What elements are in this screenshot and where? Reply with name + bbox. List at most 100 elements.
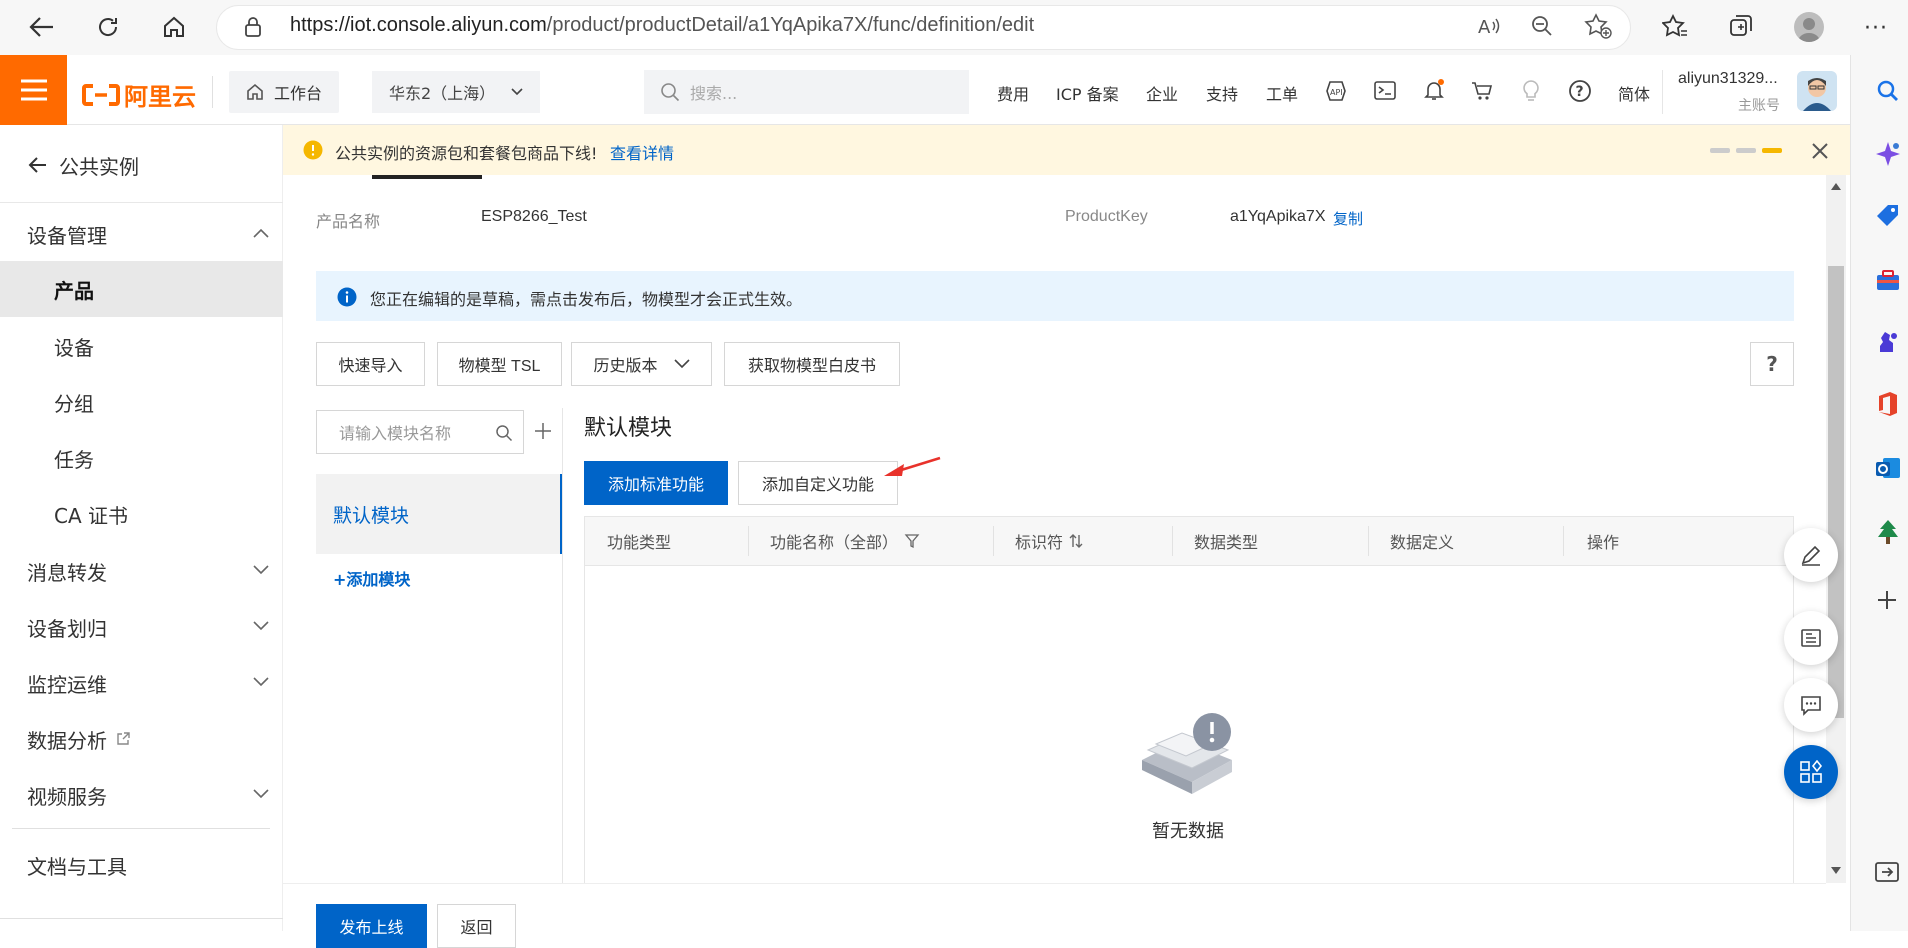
add-favorite-icon[interactable] bbox=[1584, 13, 1612, 39]
sidebar-group-monitoring[interactable]: 监控运维 bbox=[0, 655, 283, 711]
user-avatar[interactable] bbox=[1797, 71, 1837, 111]
add-module-icon[interactable] bbox=[534, 422, 552, 440]
scroll-up-icon[interactable] bbox=[1831, 183, 1841, 190]
add-module-link[interactable]: +添加模块 bbox=[333, 566, 410, 590]
add-standard-function-button[interactable]: 添加标准功能 bbox=[584, 461, 728, 505]
tsl-button[interactable]: 物模型 TSL bbox=[437, 342, 562, 386]
group-label: 数据分析 bbox=[27, 728, 107, 753]
browser-side-panel bbox=[1850, 55, 1908, 931]
nav-link-fees[interactable]: 费用 bbox=[997, 81, 1029, 105]
help-circle-icon[interactable]: ? bbox=[1568, 79, 1592, 103]
tree-icon[interactable] bbox=[1874, 518, 1902, 546]
sidebar-item-task[interactable]: 任务 bbox=[0, 430, 283, 486]
office-icon[interactable] bbox=[1874, 390, 1902, 418]
column-header-data-definition: 数据定义 bbox=[1390, 516, 1454, 566]
url-text[interactable]: https://iot.console.aliyun.com/product/p… bbox=[290, 14, 1034, 37]
more-options-icon[interactable]: ··· bbox=[1864, 16, 1888, 41]
column-label: 操作 bbox=[1587, 533, 1620, 552]
empty-state-text: 暂无数据 bbox=[1152, 821, 1224, 842]
bell-icon[interactable] bbox=[1422, 78, 1446, 102]
profile-avatar-icon[interactable] bbox=[1794, 12, 1824, 42]
search-icon[interactable] bbox=[1875, 78, 1901, 104]
column-header-name[interactable]: 功能名称（全部） bbox=[770, 516, 920, 566]
divider bbox=[748, 526, 749, 556]
aliyun-logo[interactable]: 阿里云 bbox=[82, 77, 196, 112]
close-icon[interactable] bbox=[1811, 142, 1829, 160]
pager-dot[interactable] bbox=[1736, 148, 1756, 153]
language-switch[interactable]: 简体 bbox=[1618, 81, 1650, 105]
chevron-down-icon bbox=[253, 621, 269, 631]
add-custom-function-button[interactable]: 添加自定义功能 bbox=[738, 461, 898, 505]
sidebar-item-device[interactable]: 设备 bbox=[0, 318, 283, 374]
sidebar-collapse-icon[interactable] bbox=[1874, 860, 1900, 884]
nav-link-enterprise[interactable]: 企业 bbox=[1146, 81, 1178, 105]
toolbox-icon[interactable] bbox=[1874, 266, 1902, 294]
outlook-icon[interactable] bbox=[1874, 454, 1902, 482]
apps-icon bbox=[1800, 760, 1823, 783]
feedback-float-button[interactable] bbox=[1784, 678, 1838, 732]
back-arrow-icon[interactable] bbox=[22, 7, 62, 47]
module-item-default[interactable]: 默认模块 bbox=[316, 474, 562, 554]
home-icon[interactable] bbox=[154, 7, 194, 47]
sidebar-item-group[interactable]: 分组 bbox=[0, 374, 283, 430]
nav-link-ticket[interactable]: 工单 bbox=[1266, 81, 1298, 105]
quick-import-button[interactable]: 快速导入 bbox=[316, 342, 425, 386]
group-label: 消息转发 bbox=[27, 560, 107, 585]
cart-icon[interactable] bbox=[1470, 79, 1494, 103]
sort-icon[interactable] bbox=[1069, 533, 1083, 549]
apps-float-button[interactable] bbox=[1784, 745, 1838, 799]
workbench-button[interactable]: 工作台 bbox=[229, 71, 339, 113]
docs-float-button[interactable] bbox=[1784, 611, 1838, 665]
region-selector[interactable]: 华东2（上海） bbox=[372, 71, 540, 113]
notice-pager[interactable] bbox=[1710, 148, 1782, 153]
console-search[interactable]: 搜索... bbox=[644, 70, 969, 114]
sidebar-item-product[interactable]: 产品 bbox=[0, 261, 283, 317]
help-button[interactable]: ? bbox=[1750, 342, 1794, 386]
add-icon[interactable] bbox=[1874, 587, 1900, 613]
module-search-input[interactable]: 请输入模块名称 bbox=[316, 410, 524, 454]
nav-link-support[interactable]: 支持 bbox=[1206, 81, 1238, 105]
sidebar-item-data-analysis[interactable]: 数据分析 bbox=[0, 711, 283, 767]
sidebar-item-ca-cert[interactable]: CA 证书 bbox=[0, 486, 283, 542]
column-header-identifier[interactable]: 标识符 bbox=[1015, 516, 1083, 566]
shopping-tag-icon[interactable] bbox=[1874, 202, 1902, 230]
menu-icon[interactable] bbox=[0, 55, 67, 125]
notice-detail-link[interactable]: 查看详情 bbox=[610, 140, 674, 164]
favorites-icon[interactable] bbox=[1662, 13, 1688, 39]
refresh-icon[interactable] bbox=[88, 7, 128, 47]
sidebar-group-video[interactable]: 视频服务 bbox=[0, 767, 283, 823]
copy-link[interactable]: 复制 bbox=[1333, 208, 1363, 229]
read-aloud-icon[interactable]: A bbox=[1476, 14, 1502, 38]
chevron-down-icon bbox=[253, 677, 269, 687]
search-placeholder: 搜索... bbox=[690, 84, 738, 103]
api-icon[interactable]: API bbox=[1324, 79, 1348, 103]
sidebar-item-docs-tools[interactable]: 文档与工具 bbox=[0, 837, 283, 893]
back-to-instance[interactable]: 公共实例 bbox=[0, 135, 283, 195]
nav-link-icp[interactable]: ICP 备案 bbox=[1056, 81, 1119, 105]
publish-button[interactable]: 发布上线 bbox=[316, 904, 427, 948]
return-button[interactable]: 返回 bbox=[437, 904, 516, 948]
pager-dot[interactable] bbox=[1710, 148, 1730, 153]
divider bbox=[1662, 70, 1663, 114]
book-icon bbox=[1801, 629, 1821, 647]
history-version-dropdown[interactable]: 历史版本 bbox=[571, 342, 712, 386]
games-icon[interactable] bbox=[1874, 328, 1902, 356]
sidebar-group-message-forwarding[interactable]: 消息转发 bbox=[0, 543, 283, 599]
left-sidebar: 公共实例 设备管理 产品 设备 分组 任务 CA 证书 消息转发 设备划归 监控… bbox=[0, 125, 283, 931]
sidebar-group-device-management[interactable]: 设备管理 bbox=[0, 206, 283, 262]
lightbulb-icon[interactable] bbox=[1520, 79, 1542, 103]
column-header-actions: 操作 bbox=[1587, 516, 1619, 566]
annotation-arrow bbox=[882, 456, 942, 480]
sidebar-group-device-assignment[interactable]: 设备划归 bbox=[0, 599, 283, 655]
terminal-icon[interactable] bbox=[1373, 80, 1397, 102]
account-name[interactable]: aliyun31329... bbox=[1678, 70, 1778, 88]
logo-text: 阿里云 bbox=[124, 83, 196, 111]
filter-icon[interactable] bbox=[904, 533, 920, 549]
scroll-down-icon[interactable] bbox=[1831, 867, 1841, 874]
edit-float-button[interactable] bbox=[1784, 528, 1838, 582]
copilot-sparkle-icon[interactable] bbox=[1874, 140, 1902, 168]
whitepaper-button[interactable]: 获取物模型白皮书 bbox=[724, 342, 900, 386]
collections-icon[interactable] bbox=[1728, 13, 1754, 39]
pager-dot-active[interactable] bbox=[1762, 148, 1782, 153]
zoom-out-icon[interactable] bbox=[1530, 14, 1554, 38]
